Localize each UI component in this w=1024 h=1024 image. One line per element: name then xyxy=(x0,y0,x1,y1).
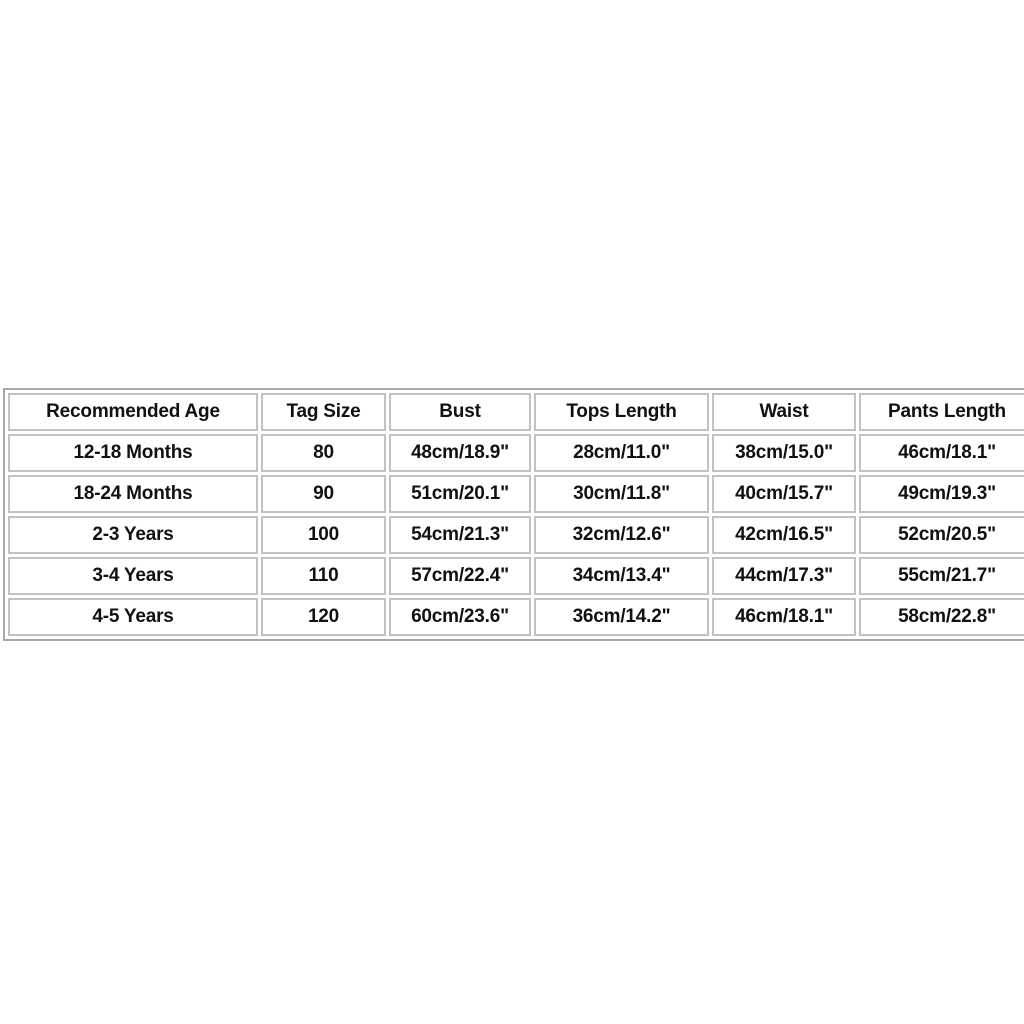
cell-pants-length: 46cm/18.1" xyxy=(859,434,1024,472)
cell-age: 18-24 Months xyxy=(8,475,258,513)
cell-tops-length: 34cm/13.4" xyxy=(534,557,709,595)
size-chart-body: 12-18 Months 80 48cm/18.9" 28cm/11.0" 38… xyxy=(8,434,1024,636)
table-row: 3-4 Years 110 57cm/22.4" 34cm/13.4" 44cm… xyxy=(8,557,1024,595)
cell-pants-length: 49cm/19.3" xyxy=(859,475,1024,513)
cell-bust: 54cm/21.3" xyxy=(389,516,531,554)
size-chart-container: Recommended Age Tag Size Bust Tops Lengt… xyxy=(3,388,1024,641)
column-header-recommended-age: Recommended Age xyxy=(8,393,258,431)
cell-bust: 48cm/18.9" xyxy=(389,434,531,472)
cell-tag-size: 90 xyxy=(261,475,386,513)
table-row: 18-24 Months 90 51cm/20.1" 30cm/11.8" 40… xyxy=(8,475,1024,513)
cell-age: 2-3 Years xyxy=(8,516,258,554)
table-row: 4-5 Years 120 60cm/23.6" 36cm/14.2" 46cm… xyxy=(8,598,1024,636)
cell-waist: 46cm/18.1" xyxy=(712,598,856,636)
cell-age: 12-18 Months xyxy=(8,434,258,472)
cell-tops-length: 30cm/11.8" xyxy=(534,475,709,513)
cell-tops-length: 28cm/11.0" xyxy=(534,434,709,472)
size-chart-header: Recommended Age Tag Size Bust Tops Lengt… xyxy=(8,393,1024,431)
table-header-row: Recommended Age Tag Size Bust Tops Lengt… xyxy=(8,393,1024,431)
table-row: 12-18 Months 80 48cm/18.9" 28cm/11.0" 38… xyxy=(8,434,1024,472)
size-chart-table: Recommended Age Tag Size Bust Tops Lengt… xyxy=(3,388,1024,641)
cell-pants-length: 52cm/20.5" xyxy=(859,516,1024,554)
cell-bust: 57cm/22.4" xyxy=(389,557,531,595)
cell-pants-length: 58cm/22.8" xyxy=(859,598,1024,636)
cell-tops-length: 36cm/14.2" xyxy=(534,598,709,636)
cell-bust: 51cm/20.1" xyxy=(389,475,531,513)
column-header-pants-length: Pants Length xyxy=(859,393,1024,431)
cell-age: 4-5 Years xyxy=(8,598,258,636)
cell-pants-length: 55cm/21.7" xyxy=(859,557,1024,595)
cell-waist: 38cm/15.0" xyxy=(712,434,856,472)
column-header-tag-size: Tag Size xyxy=(261,393,386,431)
cell-tops-length: 32cm/12.6" xyxy=(534,516,709,554)
cell-waist: 44cm/17.3" xyxy=(712,557,856,595)
table-row: 2-3 Years 100 54cm/21.3" 32cm/12.6" 42cm… xyxy=(8,516,1024,554)
cell-bust: 60cm/23.6" xyxy=(389,598,531,636)
cell-tag-size: 120 xyxy=(261,598,386,636)
cell-waist: 40cm/15.7" xyxy=(712,475,856,513)
column-header-tops-length: Tops Length xyxy=(534,393,709,431)
column-header-waist: Waist xyxy=(712,393,856,431)
cell-tag-size: 110 xyxy=(261,557,386,595)
column-header-bust: Bust xyxy=(389,393,531,431)
cell-waist: 42cm/16.5" xyxy=(712,516,856,554)
cell-tag-size: 80 xyxy=(261,434,386,472)
cell-tag-size: 100 xyxy=(261,516,386,554)
cell-age: 3-4 Years xyxy=(8,557,258,595)
